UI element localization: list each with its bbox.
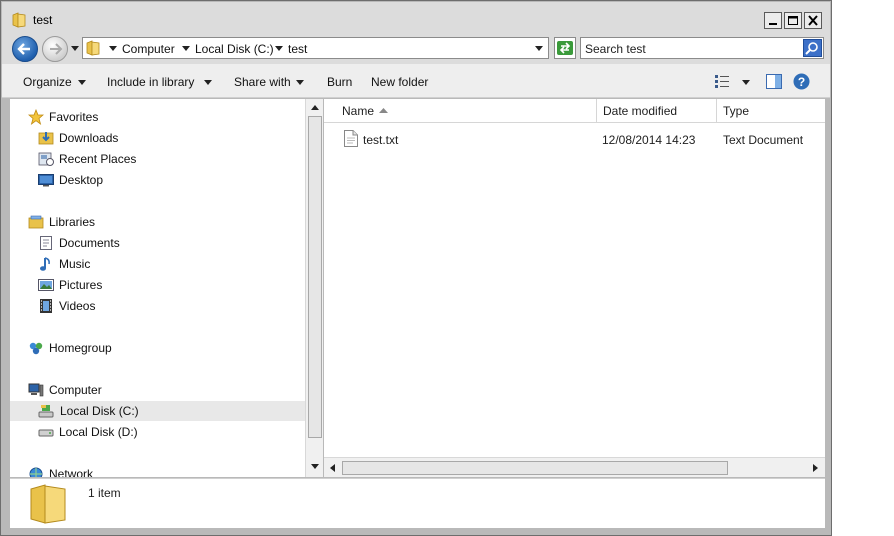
breadcrumb-arrow-icon[interactable] — [275, 46, 283, 51]
music-icon — [40, 257, 50, 271]
nav-local-disk-c[interactable]: Local Disk (C:) — [10, 401, 306, 421]
address-bar[interactable]: Computer Local Disk (C:) test — [82, 37, 549, 59]
scroll-down-icon[interactable] — [310, 463, 320, 471]
explorer-window: test Computer Local Disk (C:) test Searc… — [0, 0, 832, 536]
breadcrumb-test[interactable]: test — [288, 42, 307, 56]
forward-button[interactable] — [42, 36, 68, 62]
item-count: 1 item — [88, 486, 121, 500]
file-list: Name Date modified Type test.txt 12/08/2… — [324, 99, 825, 457]
scroll-left-icon[interactable] — [328, 463, 336, 473]
nav-desktop-label: Desktop — [59, 173, 104, 187]
refresh-button[interactable] — [554, 37, 576, 59]
nav-computer-label: Computer — [49, 383, 102, 397]
arrow-right-icon — [50, 43, 63, 55]
back-button[interactable] — [12, 36, 38, 62]
sort-ascending-icon — [379, 108, 388, 113]
scroll-up-icon[interactable] — [310, 103, 320, 111]
file-date-modified: 12/08/2014 14:23 — [602, 133, 696, 147]
column-header-type-label: Type — [723, 104, 750, 118]
column-header-date-label: Date modified — [603, 104, 678, 118]
burn-button[interactable]: Burn — [327, 75, 352, 89]
share-with-menu[interactable]: Share with — [234, 75, 291, 89]
refresh-icon — [557, 41, 573, 55]
maximize-button[interactable] — [784, 12, 802, 29]
scrollbar-thumb[interactable] — [342, 461, 728, 475]
include-in-library-menu[interactable]: Include in library — [107, 75, 194, 89]
address-row: Computer Local Disk (C:) test — [2, 32, 830, 64]
desktop-icon — [38, 174, 54, 187]
nav-homegroup-label: Homegroup — [49, 341, 112, 355]
breadcrumb-local-disk-c[interactable]: Local Disk (C:) — [195, 42, 274, 56]
file-type: Text Document — [723, 133, 804, 147]
folder-icon — [86, 40, 100, 56]
recent-pages-dropdown-icon[interactable] — [71, 46, 79, 51]
organize-menu[interactable]: Organize — [23, 75, 72, 89]
computer-icon — [28, 383, 44, 397]
change-view-icon[interactable] — [714, 74, 730, 88]
nav-libraries-label: Libraries — [49, 215, 96, 229]
help-icon[interactable]: ? — [793, 73, 810, 90]
scroll-right-icon[interactable] — [812, 463, 820, 473]
videos-icon — [40, 299, 52, 313]
minimize-button[interactable] — [764, 12, 782, 29]
nav-favorites-label: Favorites — [49, 110, 99, 124]
column-header-date-modified[interactable]: Date modified — [597, 99, 717, 123]
chevron-down-icon — [78, 80, 86, 85]
breadcrumb-arrow-icon[interactable] — [109, 46, 117, 51]
search-button[interactable] — [803, 39, 822, 57]
arrow-left-icon — [17, 43, 30, 55]
preview-pane-icon[interactable] — [766, 74, 782, 89]
nav-videos-label: Videos — [59, 299, 96, 313]
breadcrumb-arrow-icon[interactable] — [182, 46, 190, 51]
search-input[interactable] — [585, 41, 795, 56]
details-pane: 1 item — [10, 478, 825, 528]
column-header-type[interactable]: Type — [717, 99, 825, 123]
window-title: test — [33, 13, 53, 27]
navigation-pane: Favorites Downloads Recent Places Deskto… — [10, 99, 306, 477]
libraries-icon — [28, 215, 44, 229]
nav-documents-label: Documents — [59, 236, 120, 250]
address-history-dropdown-icon[interactable] — [535, 46, 543, 51]
system-drive-icon — [38, 405, 54, 418]
navigation-scrollbar[interactable] — [305, 99, 323, 477]
breadcrumb-computer[interactable]: Computer — [122, 42, 175, 56]
chevron-down-icon — [204, 80, 212, 85]
horizontal-scrollbar[interactable] — [324, 457, 825, 477]
homegroup-icon — [29, 342, 43, 355]
nav-local-disk-d-label: Local Disk (D:) — [59, 425, 138, 439]
network-icon — [29, 467, 43, 477]
recent-places-icon — [38, 152, 54, 166]
folder-icon — [30, 484, 66, 524]
folder-icon — [12, 12, 26, 28]
file-name: test.txt — [363, 133, 399, 147]
downloads-icon — [38, 132, 54, 145]
view-options-dropdown-icon[interactable] — [742, 80, 750, 85]
title-bar: test — [2, 2, 830, 32]
nav-network-label: Network — [49, 467, 94, 477]
text-file-icon — [344, 130, 358, 147]
table-row[interactable]: test.txt 12/08/2014 14:23 Text Document — [340, 129, 810, 149]
close-button[interactable] — [804, 12, 822, 29]
nav-local-disk-c-label: Local Disk (C:) — [60, 404, 139, 418]
nav-pictures-label: Pictures — [59, 278, 103, 292]
nav-music-label: Music — [59, 257, 91, 271]
command-bar: Organize Include in library Share with B… — [2, 64, 830, 98]
close-icon — [808, 15, 818, 26]
star-icon — [28, 109, 44, 125]
documents-icon — [40, 236, 52, 250]
nav-recent-places-label: Recent Places — [59, 152, 137, 166]
scrollbar-thumb[interactable] — [308, 116, 322, 438]
search-box — [580, 37, 824, 59]
chevron-down-icon — [296, 80, 304, 85]
pictures-icon — [38, 279, 54, 291]
minimize-icon — [769, 23, 777, 25]
column-header-name[interactable]: Name — [324, 99, 597, 123]
drive-icon — [38, 429, 54, 437]
nav-downloads-label: Downloads — [59, 131, 119, 145]
svg-text:?: ? — [798, 75, 805, 89]
new-folder-button[interactable]: New folder — [371, 75, 428, 89]
column-header-name-label: Name — [342, 104, 375, 118]
maximize-icon — [788, 16, 798, 25]
search-icon — [805, 42, 818, 55]
